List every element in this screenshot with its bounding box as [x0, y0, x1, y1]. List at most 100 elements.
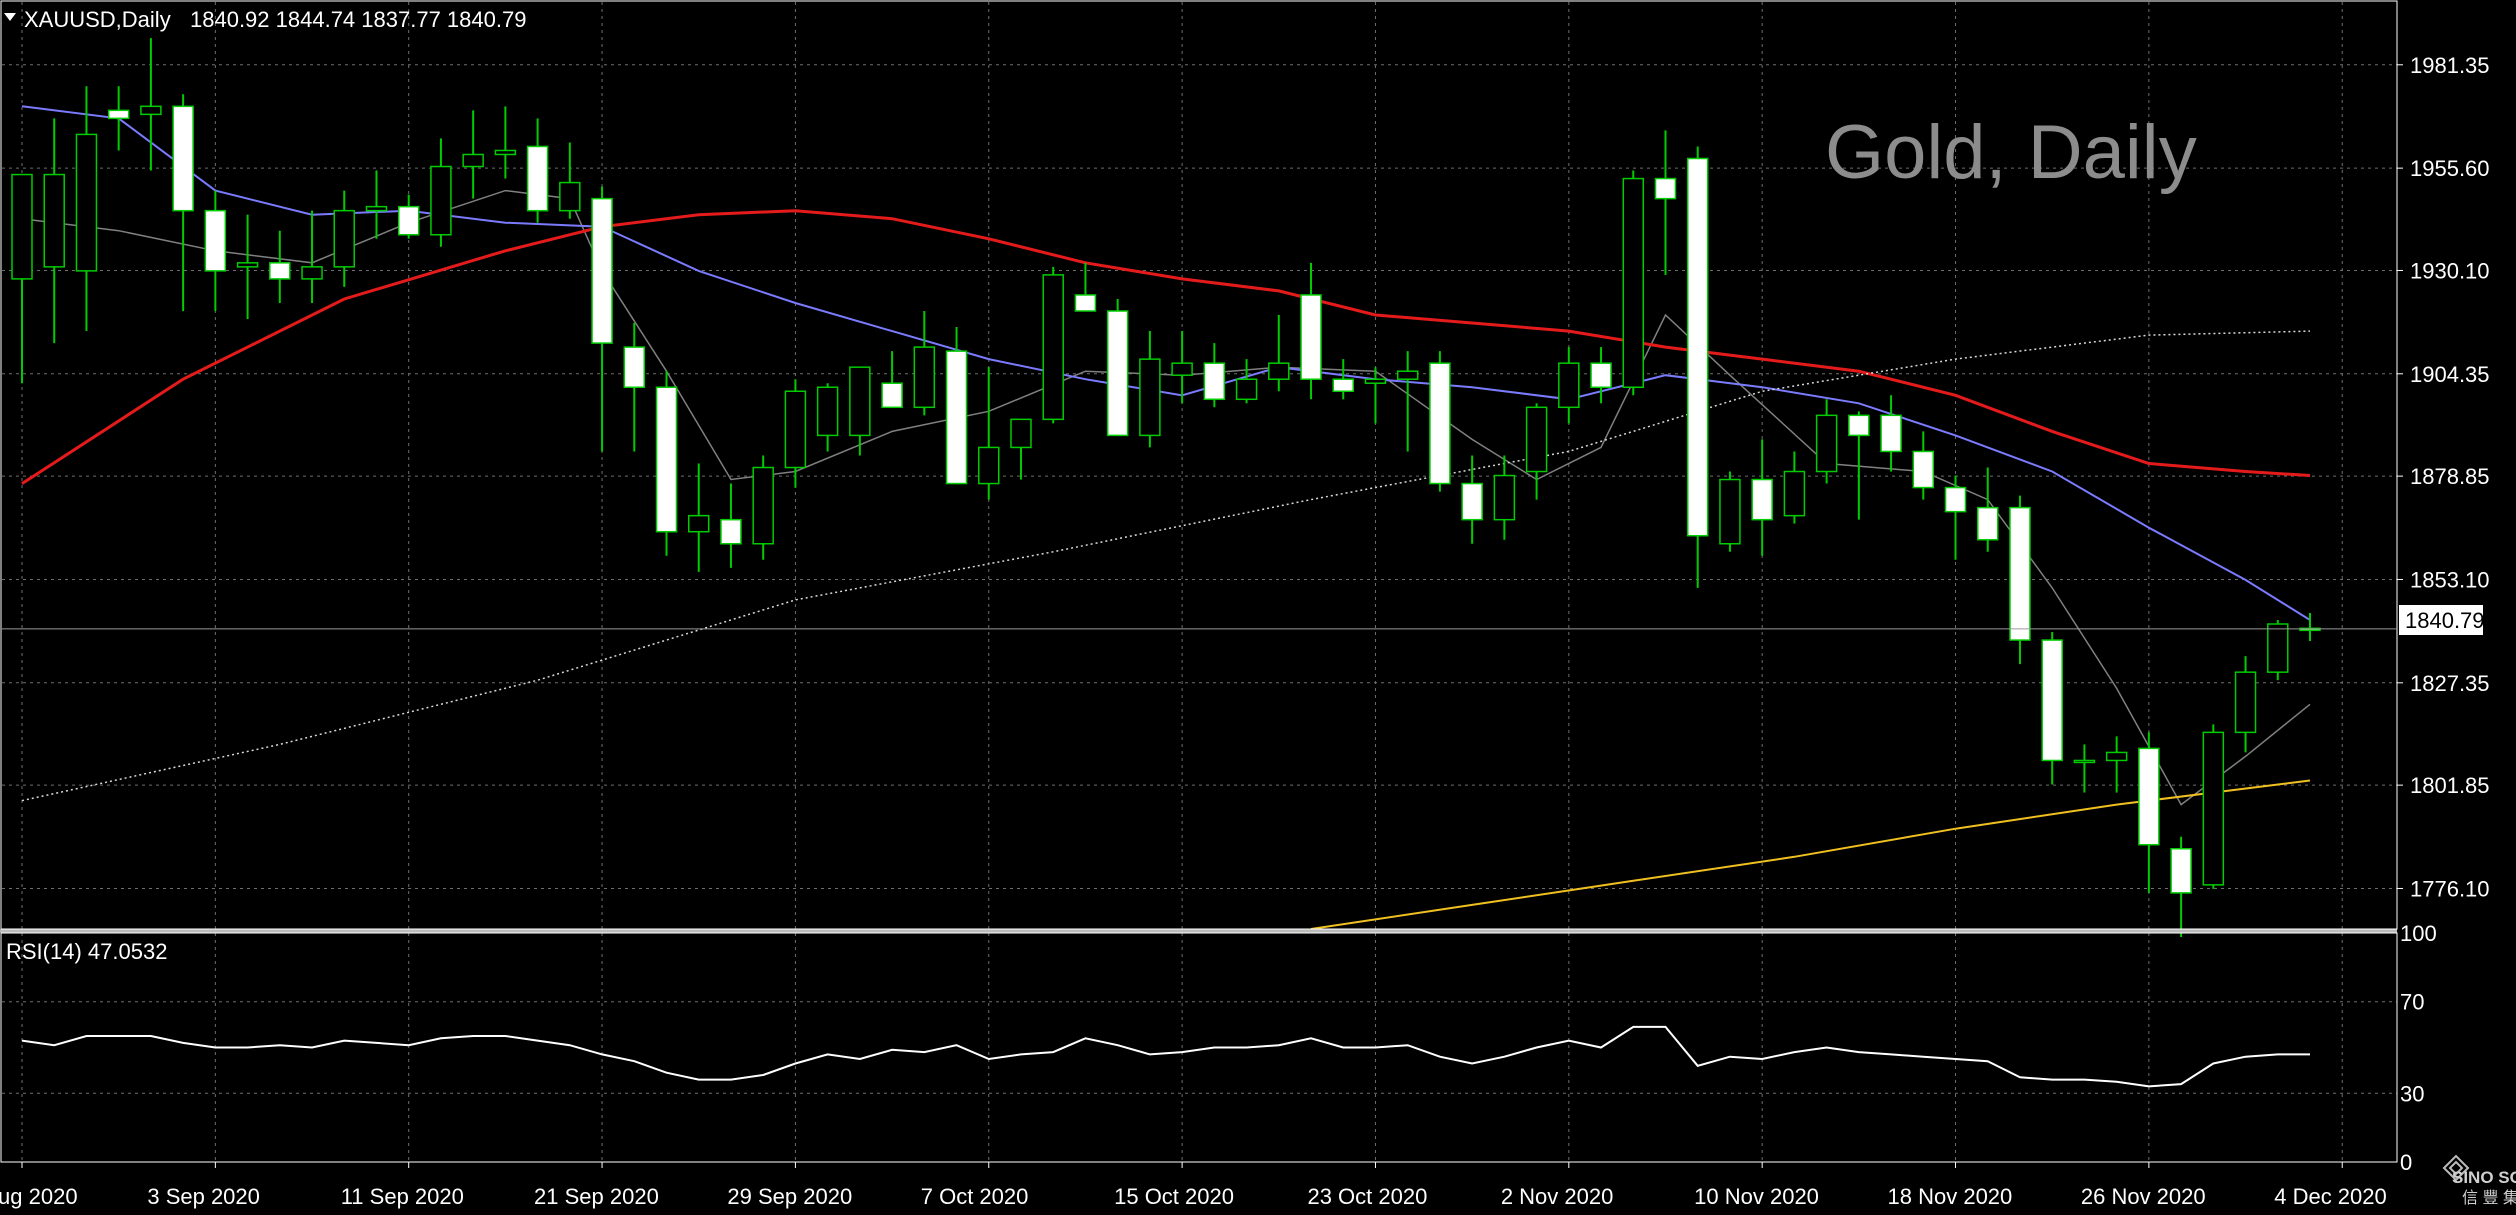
price-tick-label: 1955.60	[2410, 156, 2490, 181]
bullish-candle-body	[784, 390, 807, 469]
bullish-candle-body	[301, 266, 323, 280]
date-tick-label: 7 Oct 2020	[921, 1184, 1029, 1209]
bullish-candle-body	[1364, 378, 1387, 384]
bullish-candle-body	[1396, 370, 1419, 380]
bearish-candle-body	[1074, 294, 1097, 312]
bearish-candle-body	[107, 109, 130, 120]
current-price-value: 1840.79	[2405, 608, 2485, 633]
candle[interactable]	[1686, 146, 1709, 588]
bullish-candle-body	[1171, 362, 1193, 376]
date-tick-label: 4 Dec 2020	[2274, 1184, 2387, 1209]
bullish-candle-body	[75, 133, 98, 272]
bearish-candle-body	[1332, 378, 1354, 393]
bullish-candle-body	[816, 386, 839, 437]
logo-text: SINO SOUND	[2452, 1168, 2516, 1187]
bullish-candle-body	[2202, 731, 2225, 886]
date-tick-label: 11 Sep 2020	[341, 1184, 464, 1209]
bullish-candle-body	[2073, 759, 2096, 764]
candle[interactable]	[1042, 266, 1064, 424]
candle[interactable]	[1429, 351, 1451, 492]
candle[interactable]	[1622, 170, 1645, 396]
candle[interactable]	[945, 327, 968, 485]
date-tick-label: 26 Nov 2020	[2081, 1184, 2206, 1209]
bearish-candle-body	[1977, 506, 1999, 541]
bullish-candle-body	[1622, 177, 1645, 388]
bullish-candle-body	[687, 514, 710, 533]
bullish-candle-body	[1558, 362, 1580, 409]
date-tick-label: 29 Sep 2020	[727, 1184, 852, 1209]
bearish-candle-body	[1590, 362, 1612, 388]
date-tick-label: 21 Sep 2020	[534, 1184, 659, 1209]
bullish-candle-body	[1042, 274, 1064, 421]
bullish-candle-body	[1235, 378, 1258, 401]
bearish-candle-body	[2138, 747, 2160, 846]
bullish-candle-body	[236, 262, 259, 268]
candle[interactable]	[752, 455, 774, 560]
bullish-candle-body	[140, 105, 162, 116]
bullish-candle-body	[333, 209, 355, 268]
bullish-candle-body	[1525, 406, 1548, 473]
bearish-candle-body	[720, 518, 742, 545]
bullish-candle-body	[430, 165, 452, 236]
bearish-candle-body	[945, 350, 968, 485]
date-tick-label: 2 Nov 2020	[1501, 1184, 1614, 1209]
bearish-candle-body	[2041, 639, 2063, 762]
bullish-candle-body	[1815, 414, 1838, 473]
bullish-candle-body	[11, 173, 33, 280]
bearish-candle-body	[1751, 478, 1773, 521]
rsi-tick-label: 30	[2400, 1081, 2424, 1106]
price-tick-label: 1853.10	[2410, 567, 2490, 592]
bullish-candle-body	[913, 346, 936, 409]
bearish-candle-body	[881, 382, 903, 409]
candle[interactable]	[1106, 298, 1129, 437]
bullish-candle-body	[365, 205, 388, 212]
trading-chart[interactable]: 100 70 30 0 1981.35 1955.60 1930.10 1904.35 187…	[0, 0, 2516, 1215]
bearish-candle-body	[1300, 294, 1322, 380]
candle[interactable]	[1719, 471, 1741, 552]
bearish-candle-body	[623, 346, 646, 388]
bearish-candle-body	[526, 145, 549, 212]
bearish-candle-body	[1848, 414, 1870, 437]
date-tick-label: 26 Aug 2020	[0, 1184, 78, 1209]
bearish-candle-body	[1912, 450, 1935, 489]
bearish-candle-body	[591, 197, 613, 344]
price-tick-label: 1801.85	[2410, 773, 2490, 798]
date-tick-label: 10 Nov 2020	[1694, 1184, 1819, 1209]
candle[interactable]	[2202, 724, 2225, 889]
bullish-candle-body	[494, 149, 517, 156]
price-tick-label: 1904.35	[2410, 362, 2490, 387]
bearish-candle-body	[269, 262, 291, 280]
date-tick-label: 23 Oct 2020	[1307, 1184, 1427, 1209]
bearish-candle-body	[1654, 177, 1677, 200]
bearish-candle-body	[1686, 157, 1709, 537]
date-tick-label: 18 Nov 2020	[1888, 1184, 2013, 1209]
candle[interactable]	[2009, 495, 2031, 665]
price-tick-label: 1776.10	[2410, 876, 2490, 901]
bullish-candle-body	[1268, 362, 1290, 380]
ohlc-values: 1840.92 1844.74 1837.77 1840.79	[190, 7, 526, 32]
candle[interactable]	[655, 371, 678, 556]
bullish-candle-body	[1010, 418, 1032, 449]
bearish-candle-body	[1203, 362, 1226, 401]
bearish-candle-body	[1106, 310, 1129, 437]
chart-watermark-title: Gold, Daily	[1825, 110, 2197, 195]
bearish-candle-body	[397, 205, 420, 236]
rsi-tick-label: 100	[2400, 921, 2437, 946]
bearish-candle-body	[204, 209, 227, 272]
logo-chinese-text: 信 豐 集 團	[2462, 1189, 2516, 1207]
bullish-candle-body	[1139, 358, 1161, 437]
price-tick-label: 1981.35	[2410, 53, 2490, 78]
price-tick-label: 1878.85	[2410, 464, 2490, 489]
bullish-candle-body	[752, 466, 774, 545]
bullish-candle-body	[849, 366, 871, 437]
rsi-tick-label: 70	[2400, 990, 2424, 1015]
rsi-label: RSI(14) 47.0532	[6, 939, 167, 964]
bearish-candle-body	[172, 105, 194, 212]
bullish-candle-body	[2234, 671, 2257, 734]
bearish-candle-body	[655, 386, 678, 533]
bullish-candle-body	[1493, 474, 1516, 521]
date-tick-label: 15 Oct 2020	[1114, 1184, 1234, 1209]
bullish-candle-body	[43, 173, 65, 268]
bearish-candle-body	[1944, 486, 1967, 513]
bullish-candle-body	[2267, 623, 2289, 673]
